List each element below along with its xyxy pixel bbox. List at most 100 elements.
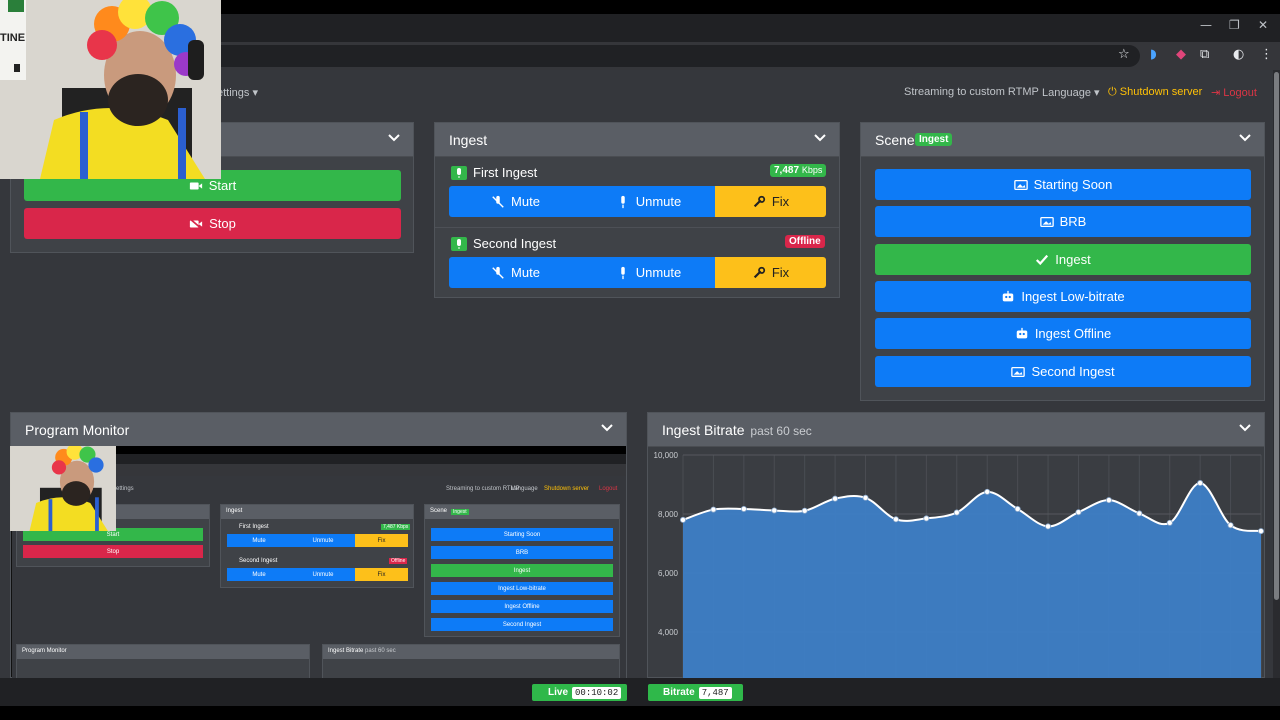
fix-label: Fix xyxy=(771,265,790,280)
mini-shutdown: Shutdown server xyxy=(544,486,590,492)
chart-data-point xyxy=(771,507,778,514)
mini-unmute-button: Unmute xyxy=(291,534,355,547)
chart-data-point xyxy=(923,515,930,522)
mini-ingest-title: Ingest xyxy=(226,508,243,514)
star-icon[interactable]: ☆ xyxy=(1118,47,1130,62)
bitrate-value: 7,487 xyxy=(698,686,732,699)
ingest-card: Ingest First Ingest 7,487 Kbps Mute Unmu… xyxy=(434,122,840,298)
mini-stop-button: Stop xyxy=(23,545,203,558)
unmute-label: Unmute xyxy=(635,265,682,280)
ingest-card-title: Ingest xyxy=(449,132,488,148)
chevron-down-icon[interactable] xyxy=(1236,129,1254,147)
scene-card: Scene Ingest Starting Soon BRB Ingest In… xyxy=(860,122,1265,401)
image-icon xyxy=(1039,216,1054,227)
robot-icon xyxy=(1016,327,1028,338)
scene-ingest-offline-button[interactable]: Ingest Offline xyxy=(875,318,1251,349)
chevron-down-icon[interactable] xyxy=(811,129,829,147)
stop-stream-button[interactable]: Stop xyxy=(24,208,401,239)
close-window-button[interactable]: ✕ xyxy=(1258,18,1268,32)
shutdown-server-link[interactable]: ⏻ Shutdown server xyxy=(1108,86,1202,99)
mini-program-monitor-card: Program Monitor xyxy=(16,644,310,678)
webcam-sign-text: TINE xyxy=(0,32,26,44)
scene-second-ingest-button[interactable]: Second Ingest xyxy=(875,356,1251,387)
mini-bitrate-title: Ingest Bitrate xyxy=(328,648,364,654)
second-ingest-fix-button[interactable]: Fix xyxy=(715,257,826,288)
chevron-down-icon[interactable] xyxy=(598,419,616,437)
mini-scene-button: Ingest Low-bitrate xyxy=(431,582,613,595)
program-monitor-title: Program Monitor xyxy=(25,422,130,438)
chart-data-point xyxy=(1197,480,1204,487)
fix-label: Fix xyxy=(771,194,790,209)
ingest-bitrate-card: Ingest Bitrate past 60 sec 10,000 8,000 6,… xyxy=(647,412,1265,679)
mini-streaming-to: Streaming to custom RTMP xyxy=(446,486,520,492)
microphone-icon xyxy=(620,195,625,208)
mini-mute-button: Mute xyxy=(227,534,291,547)
start-label: Start xyxy=(208,178,237,193)
program-monitor-header: Program Monitor xyxy=(11,413,626,447)
address-bar[interactable] xyxy=(200,45,1140,67)
second-ingest-mute-button[interactable]: Mute xyxy=(449,257,582,288)
bitrate-label: Bitrate xyxy=(663,687,695,698)
live-label: Live xyxy=(548,687,569,698)
language-dropdown[interactable]: Language ▾ xyxy=(1042,86,1100,99)
ingest-row-divider xyxy=(435,227,839,228)
profile-icon[interactable]: ◐ xyxy=(1233,47,1244,62)
mini-scene-card: Scene Ingest Starting Soon BRB Ingest Ing… xyxy=(424,504,620,637)
first-ingest-mute-button[interactable]: Mute xyxy=(449,186,582,217)
scene-label: Ingest Low-bitrate xyxy=(1021,289,1125,304)
more-icon[interactable]: ⋮ xyxy=(1260,47,1273,62)
scene-card-header: Scene Ingest xyxy=(861,123,1264,157)
scene-brb-button[interactable]: BRB xyxy=(875,206,1251,237)
live-timer: 00:10:02 xyxy=(572,686,622,699)
streaming-target-text: Streaming to custom RTMP xyxy=(904,86,1039,98)
webcam-overlay: TINE xyxy=(0,0,221,179)
first-ingest-unmute-button[interactable]: Unmute xyxy=(582,186,715,217)
mini-settings: ettings xyxy=(116,486,134,492)
wrench-icon xyxy=(753,195,765,207)
scene-ingest-low-bitrate-button[interactable]: Ingest Low-bitrate xyxy=(875,281,1251,312)
first-ingest-fix-button[interactable]: Fix xyxy=(715,186,826,217)
chart-data-point xyxy=(740,505,747,512)
chart-data-point xyxy=(1258,528,1265,535)
extension-icon[interactable]: ⧉ xyxy=(1200,47,1209,62)
ingest-bitrate-title: Ingest Bitrate past 60 sec xyxy=(662,422,812,438)
scene-label: Starting Soon xyxy=(1033,177,1113,192)
scene-starting-soon-button[interactable]: Starting Soon xyxy=(875,169,1251,200)
mini-bitrate-sub: past 60 sec xyxy=(365,648,396,654)
chevron-down-icon[interactable] xyxy=(385,129,403,147)
mini-fix-button: Fix xyxy=(355,568,408,581)
chart-data-point xyxy=(801,507,808,514)
power-icon: ⏻ xyxy=(1108,86,1117,98)
chart-y-tick-label: 6,000 xyxy=(658,569,679,578)
mini-second-status: Offline xyxy=(389,558,408,564)
chevron-down-icon[interactable] xyxy=(1236,419,1254,437)
mini-scene-title: Scene xyxy=(430,508,448,514)
extension-audio-icon[interactable]: ◗ xyxy=(1150,47,1157,62)
current-scene-badge: Ingest xyxy=(915,133,953,146)
screen-bottom-border xyxy=(0,706,1280,720)
mini-scene-button: Starting Soon xyxy=(431,528,613,541)
extension-red-icon[interactable]: ◆ xyxy=(1176,47,1186,62)
restore-button[interactable]: ❐ xyxy=(1229,18,1240,32)
scene-label: Ingest xyxy=(1055,252,1091,267)
mini-first-status: 7,487 Kbps xyxy=(381,524,411,530)
mini-fix-button: Fix xyxy=(355,534,408,547)
mini-program-monitor-title: Program Monitor xyxy=(22,648,67,654)
chart-data-point xyxy=(1136,510,1143,517)
scene-ingest-button[interactable]: Ingest xyxy=(875,244,1251,275)
first-ingest-name: First Ingest xyxy=(473,165,538,180)
mini-mute-button: Mute xyxy=(227,568,291,581)
scrollbar-thumb[interactable] xyxy=(1274,72,1279,600)
microphone-slash-icon xyxy=(492,266,504,279)
mini-scene-button: BRB xyxy=(431,546,613,559)
minimize-button[interactable]: — xyxy=(1200,18,1212,32)
chart-y-tick-label: 8,000 xyxy=(658,510,679,519)
video-slash-icon xyxy=(189,217,203,230)
settings-dropdown[interactable]: ettings ▾ xyxy=(217,86,258,99)
logout-link[interactable]: ⇥ Logout xyxy=(1211,86,1257,99)
second-ingest-unmute-button[interactable]: Unmute xyxy=(582,257,715,288)
chart-data-point xyxy=(862,494,869,501)
mini-logout: Logout xyxy=(599,486,618,492)
logout-icon: ⇥ xyxy=(1211,87,1221,99)
bitrate-status-pill: Bitrate 7,487 xyxy=(648,684,743,701)
